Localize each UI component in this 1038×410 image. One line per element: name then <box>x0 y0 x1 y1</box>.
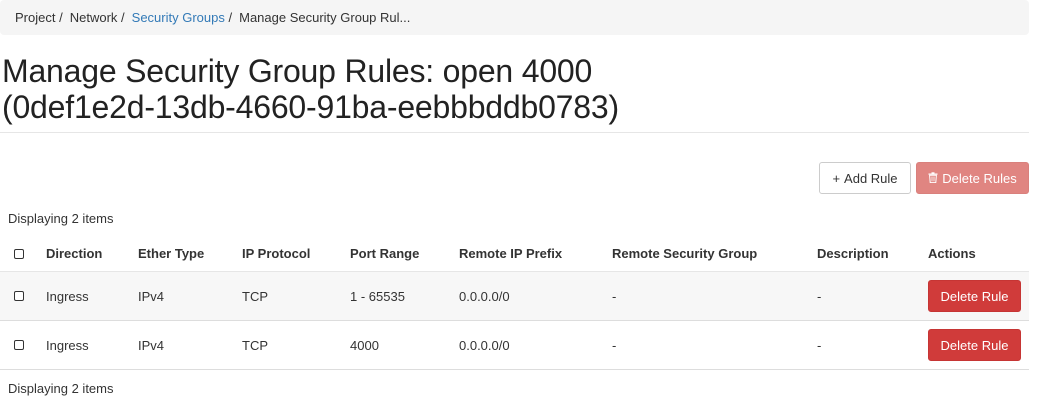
title-divider <box>0 132 1029 133</box>
cell-remote-ip-prefix: 0.0.0.0/0 <box>459 288 510 304</box>
table-row: Ingress IPv4 TCP 4000 0.0.0.0/0 - - Dele… <box>0 321 1029 370</box>
breadcrumb-separator: / <box>228 10 233 25</box>
select-all-checkbox[interactable] <box>14 248 24 259</box>
header-port-range[interactable]: Port Range <box>350 236 419 271</box>
header-remote-security-group[interactable]: Remote Security Group <box>612 236 757 271</box>
cell-direction: Ingress <box>46 337 89 353</box>
rules-table: Direction Ether Type IP Protocol Port Ra… <box>0 236 1029 370</box>
cell-ip-protocol: TCP <box>242 337 268 353</box>
header-remote-ip-prefix[interactable]: Remote IP Prefix <box>459 236 562 271</box>
cell-ip-protocol: TCP <box>242 288 268 304</box>
cell-remote-security-group: - <box>612 288 617 304</box>
cell-remote-security-group: - <box>612 337 617 353</box>
delete-rule-button[interactable]: Delete Rule <box>928 280 1021 312</box>
page-title-line1: Manage Security Group Rules: open 4000 <box>2 53 593 89</box>
breadcrumb-item-project: Project <box>15 10 56 25</box>
breadcrumb-link-security-groups[interactable]: Security Groups <box>132 10 225 25</box>
row-checkbox[interactable] <box>14 340 24 350</box>
breadcrumb-item-network: Network <box>69 10 118 25</box>
cell-description: - <box>817 288 822 304</box>
delete-rule-button[interactable]: Delete Rule <box>928 329 1021 361</box>
table-header-row: Direction Ether Type IP Protocol Port Ra… <box>0 236 1029 272</box>
breadcrumb: Project / Network / Security Groups / Ma… <box>0 0 1029 35</box>
cell-remote-ip-prefix: 0.0.0.0/0 <box>459 337 510 353</box>
page-title-line2: (0def1e2d-13db-4660-91ba-eebbbddb0783) <box>2 89 619 125</box>
item-count-top: Displaying 2 items <box>8 211 114 226</box>
breadcrumb-separator: / <box>59 10 63 25</box>
add-rule-button[interactable]: + Add Rule <box>819 162 911 194</box>
row-checkbox[interactable] <box>14 291 24 301</box>
cell-port-range: 1 - 65535 <box>350 288 405 304</box>
cell-direction: Ingress <box>46 288 89 304</box>
item-count-bottom: Displaying 2 items <box>8 381 114 396</box>
header-actions: Actions <box>928 246 976 261</box>
delete-rules-button[interactable]: Delete Rules <box>916 162 1029 194</box>
plus-icon: + <box>832 170 841 186</box>
cell-description: - <box>817 337 822 353</box>
delete-rules-label: Delete Rules <box>942 170 1017 186</box>
add-rule-label: Add Rule <box>844 170 898 186</box>
page-title: Manage Security Group Rules: open 4000 (… <box>2 53 619 125</box>
breadcrumb-item-current: Manage Security Group Rul... <box>239 10 411 25</box>
table-row: Ingress IPv4 TCP 1 - 65535 0.0.0.0/0 - -… <box>0 272 1029 321</box>
header-direction[interactable]: Direction <box>46 236 102 271</box>
cell-port-range: 4000 <box>350 337 379 353</box>
header-ip-protocol[interactable]: IP Protocol <box>242 236 310 271</box>
breadcrumb-separator: / <box>121 10 125 25</box>
cell-ether-type: IPv4 <box>138 337 165 353</box>
header-ether-type[interactable]: Ether Type <box>138 236 204 271</box>
header-description[interactable]: Description <box>817 236 889 271</box>
trash-icon <box>928 171 938 186</box>
cell-ether-type: IPv4 <box>138 288 165 304</box>
